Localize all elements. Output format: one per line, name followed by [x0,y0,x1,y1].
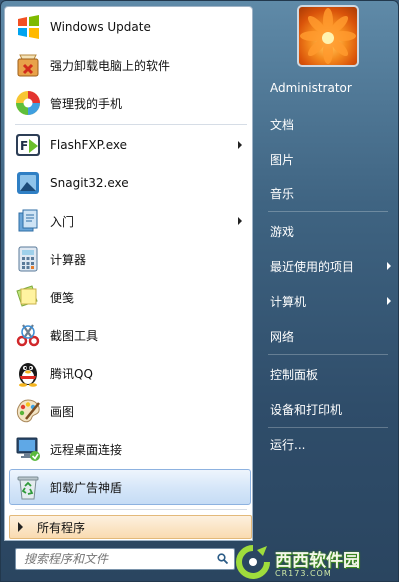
watermark-logo-icon [233,544,273,580]
program-qq[interactable]: 腾讯QQ [9,355,251,391]
all-programs-label: 所有程序 [37,520,86,535]
program-label: FlashFXP.exe [50,138,128,152]
program-sticky-notes[interactable]: 便笺 [9,279,251,315]
separator [268,354,388,355]
program-calculator[interactable]: 计算器 [9,241,251,277]
separator [15,124,247,125]
right-item-recent-items[interactable]: 最近使用的项目 [265,252,395,280]
right-item-run[interactable]: 运行... [265,430,395,458]
snagit-icon [14,169,42,197]
program-label: 入门 [50,214,75,229]
submenu-arrow-icon [387,262,391,270]
program-remote-desktop[interactable]: 远程桌面连接 [9,431,251,467]
program-label: 管理我的手机 [50,96,123,111]
program-uninstaller[interactable]: 强力卸载电脑上的软件 [9,47,251,83]
qq-penguin-icon [14,359,42,387]
right-item-label: 设备和打印机 [270,402,343,417]
program-label: 腾讯QQ [50,366,93,381]
watermark-main-text: 西西软件园 [275,551,360,571]
right-item-label: 控制面板 [270,367,319,382]
right-item-administrator[interactable]: Administrator [265,74,395,102]
right-item-label: 计算机 [270,294,307,309]
getting-started-icon [14,207,42,235]
program-paint[interactable]: 画图 [9,393,251,429]
program-label: 计算器 [50,252,87,267]
right-item-label: 文档 [270,117,295,132]
program-label: 画图 [50,404,75,419]
search-icon[interactable] [217,553,229,565]
paint-palette-icon [14,397,42,425]
start-menu: Windows Update 强力卸载电脑上的软件 管理我的手机 F Flash… [0,0,399,582]
right-item-network[interactable]: 网络 [265,322,395,350]
right-item-label: 网络 [270,329,295,344]
programs-panel: Windows Update 强力卸载电脑上的软件 管理我的手机 F Flash… [4,6,253,541]
separator [268,427,388,428]
separator [15,509,247,510]
right-item-devices-printers[interactable]: 设备和打印机 [265,395,395,423]
program-label: 远程桌面连接 [50,442,123,457]
program-snagit[interactable]: Snagit32.exe [9,165,251,201]
flashfxp-icon: F [14,131,42,159]
expand-arrow-icon [18,522,23,532]
windows-update-icon [14,13,42,41]
right-item-computer[interactable]: 计算机 [265,287,395,315]
all-programs-button[interactable]: 所有程序 [9,515,252,539]
right-item-label: 运行... [270,437,306,452]
submenu-arrow-icon [387,297,391,305]
program-label: 便笺 [50,290,75,305]
submenu-arrow-icon [238,217,242,225]
right-item-games[interactable]: 游戏 [265,217,395,245]
program-label: 卸载广告神盾 [50,480,123,495]
program-label: 截图工具 [50,328,99,343]
site-watermark: 西西软件园 CR173.COM [233,544,397,580]
sticky-notes-icon [14,283,42,311]
svg-text:F: F [20,139,28,153]
search-input[interactable] [24,550,214,568]
search-box[interactable] [15,548,235,570]
right-item-label: 音乐 [270,186,295,201]
right-item-label: Administrator [270,81,352,95]
program-getting-started[interactable]: 入门 [9,203,251,239]
program-label: Snagit32.exe [50,176,129,190]
recycle-uninstall-icon [14,473,42,501]
program-label: 强力卸载电脑上的软件 [50,58,171,73]
program-snipping-tool[interactable]: 截图工具 [9,317,251,353]
right-item-label: 最近使用的项目 [270,259,355,274]
phone-manager-icon [14,89,42,117]
right-item-label: 图片 [270,152,295,167]
uninstall-box-icon [14,51,42,79]
program-windows-update[interactable]: Windows Update [9,9,251,45]
separator [268,211,388,212]
program-phone-manager[interactable]: 管理我的手机 [9,85,251,121]
right-item-music[interactable]: 音乐 [265,179,395,207]
snipping-tool-icon [14,321,42,349]
program-uninstall-ad-shield[interactable]: 卸载广告神盾 [9,469,251,505]
calculator-icon [14,245,42,273]
program-flashfxp[interactable]: F FlashFXP.exe [9,127,251,163]
remote-desktop-icon [14,435,42,463]
right-item-control-panel[interactable]: 控制面板 [265,360,395,388]
right-item-pictures[interactable]: 图片 [265,145,395,173]
right-item-label: 游戏 [270,224,295,239]
flower-avatar-icon[interactable] [297,5,359,67]
submenu-arrow-icon [238,141,242,149]
program-label: Windows Update [50,20,151,34]
right-item-documents[interactable]: 文档 [265,110,395,138]
